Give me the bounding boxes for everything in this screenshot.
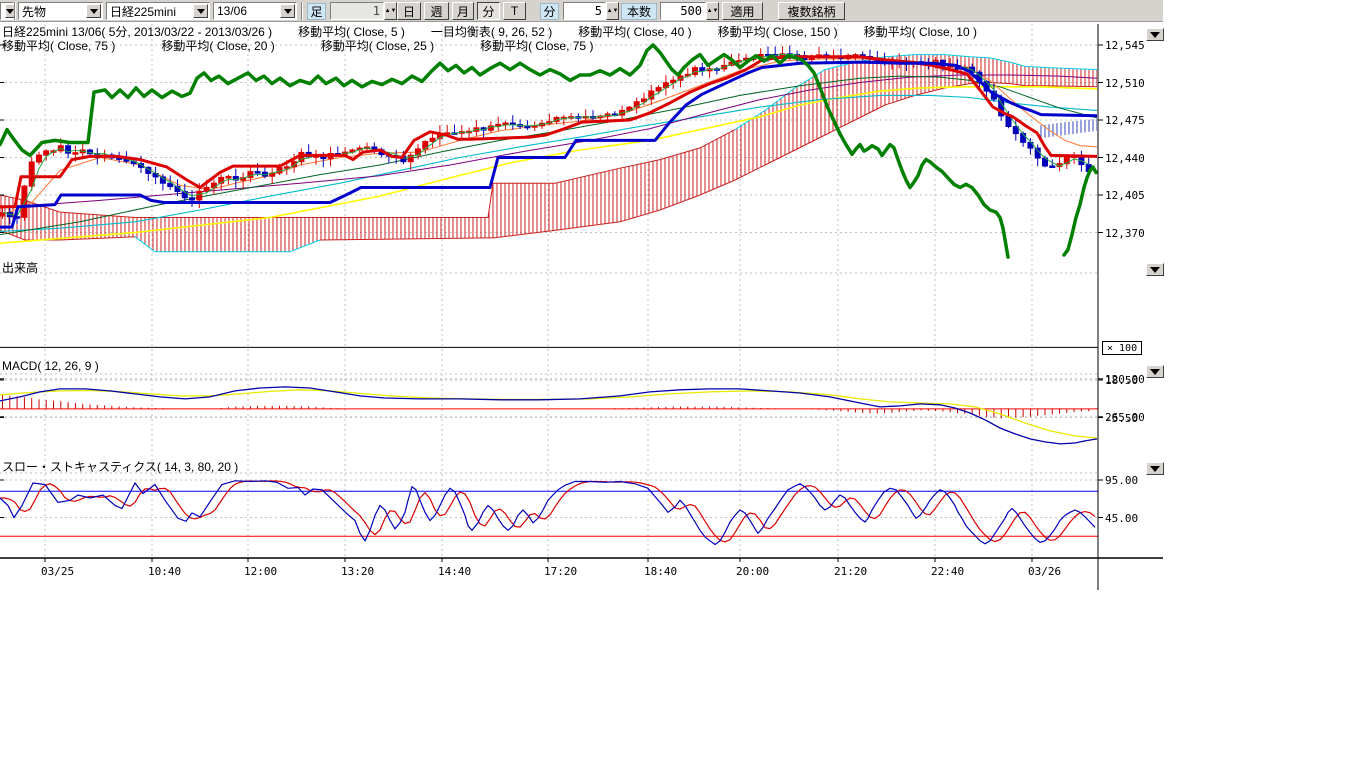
legend-item-0: 移動平均( Close, 75 ) (2, 37, 115, 54)
period-button-week[interactable]: 週 (424, 2, 449, 20)
period-button-day[interactable]: 日 (397, 2, 421, 20)
toolbar-divider (301, 2, 303, 20)
apply-button[interactable]: 適用 (722, 2, 763, 20)
x-axis-time-label: 20:00 (736, 565, 769, 578)
legend-item-4: 移動平均( Close, 150 ) (718, 23, 838, 40)
multi-symbol-button[interactable]: 複数銘柄 (778, 2, 845, 20)
volume-multiplier-badge: × 100 (1102, 341, 1142, 355)
chevron-down-icon[interactable] (86, 4, 101, 18)
chevron-down-icon[interactable] (280, 4, 295, 18)
chart-application: 先物 日経225mini 13/06 足 1 ▲▼ 日 週 月 分 T 分 5 … (0, 0, 1366, 768)
legend-item-2: 移動平均( Close, 25 ) (321, 37, 434, 54)
y-axis-tick-label: 95.00 (1105, 474, 1138, 487)
y-axis-tick-label: 12,440 (1105, 152, 1145, 165)
y-axis-tick-label: 18.50 (1105, 374, 1138, 387)
chevron-down-icon (1150, 466, 1160, 472)
y-axis-tick-label: 12,475 (1105, 114, 1145, 127)
legend-item-3: 移動平均( Close, 40 ) (578, 23, 691, 40)
bar-count-stepper[interactable]: 500 ▲▼ (660, 2, 719, 20)
x-axis-time-label: 10:40 (148, 565, 181, 578)
x-axis-time-label: 12:00 (244, 565, 277, 578)
x-axis-time-label: 13:20 (341, 565, 374, 578)
x-axis-time-label: 03/25 (41, 565, 74, 578)
bar-count-value[interactable]: 500 (660, 2, 706, 20)
toolbar-divider (14, 2, 16, 20)
stoch-scale-dropdown-button[interactable] (1146, 462, 1164, 475)
price-scale-dropdown-button[interactable] (1146, 28, 1164, 41)
x-axis-time-label: 17:20 (544, 565, 577, 578)
symbol-value: 日経225mini (110, 3, 192, 20)
y-axis-tick-label: 12,405 (1105, 189, 1145, 202)
macd-panel-label: MACD( 12, 26, 9 ) (2, 359, 99, 373)
x-axis-time-label: 14:40 (438, 565, 471, 578)
chevron-down-icon (1150, 267, 1160, 273)
spinner-arrows-icon[interactable]: ▲▼ (606, 2, 619, 20)
contract-month-value: 13/06 (217, 4, 279, 18)
bar-interval-value: 1 (330, 2, 384, 20)
y-axis-tick-label: 12,545 (1105, 39, 1145, 52)
macd-scale-dropdown-button[interactable] (1146, 365, 1164, 378)
toolbar: 先物 日経225mini 13/06 足 1 ▲▼ 日 週 月 分 T 分 5 … (0, 0, 1163, 22)
bar-type-label: 足 (307, 3, 326, 20)
legend-item-3: 移動平均( Close, 75 ) (480, 37, 593, 54)
period-button-minute[interactable]: 分 (477, 2, 500, 20)
bar-interval-stepper[interactable]: 1 ▲▼ (330, 2, 397, 20)
symbol-combobox[interactable]: 日経225mini (106, 2, 210, 20)
minute-stepper[interactable]: 5 ▲▼ (563, 2, 619, 20)
chevron-down-icon (1150, 369, 1160, 375)
chevron-down-icon (1150, 32, 1160, 38)
x-axis-time-label: 18:40 (644, 565, 677, 578)
chevron-down-icon[interactable] (193, 4, 208, 18)
period-button-month[interactable]: 月 (452, 2, 474, 20)
y-axis-tick-label: 12,370 (1105, 227, 1145, 240)
period-button-tick[interactable]: T (503, 2, 526, 20)
instrument-type-combobox[interactable]: 先物 (18, 2, 103, 20)
minute-label: 分 (540, 3, 559, 20)
legend-item-1: 移動平均( Close, 20 ) (161, 37, 274, 54)
x-axis-time-label: 21:20 (834, 565, 867, 578)
minute-value[interactable]: 5 (563, 2, 606, 20)
legend-item-5: 移動平均( Close, 10 ) (864, 23, 977, 40)
volume-scale-dropdown-button[interactable] (1146, 263, 1164, 276)
x-axis-time-label: 03/26 (1028, 565, 1061, 578)
y-axis-tick-label: 12,510 (1105, 77, 1145, 90)
spinner-arrows-icon[interactable]: ▲▼ (706, 2, 719, 20)
left-edge-combo-stub[interactable] (0, 2, 14, 20)
chart-area: 日経225mini 13/06( 5分, 2013/03/22 - 2013/0… (0, 22, 1366, 590)
stoch-panel-label: スロー・ストキャスティクス( 14, 3, 80, 20 ) (2, 458, 238, 475)
y-axis-tick-label: -5.50 (1105, 412, 1138, 425)
instrument-type-value: 先物 (22, 3, 85, 20)
indicator-legend-row-2: 移動平均( Close, 75 ) 移動平均( Close, 20 ) 移動平均( … (2, 37, 593, 54)
spinner-arrows-icon[interactable]: ▲▼ (384, 2, 397, 20)
bar-count-label: 本数 (621, 3, 657, 20)
y-axis-tick-label: 45.00 (1105, 512, 1138, 525)
volume-panel-label: 出来高 (2, 259, 38, 276)
contract-month-combobox[interactable]: 13/06 (213, 2, 297, 20)
x-axis-time-label: 22:40 (931, 565, 964, 578)
price-chart-canvas (0, 22, 1366, 590)
